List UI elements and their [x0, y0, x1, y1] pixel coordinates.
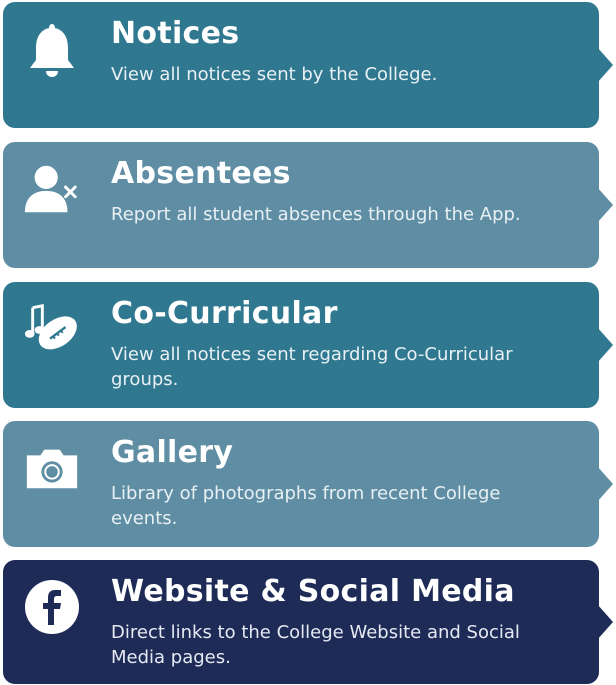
user-remove-icon	[23, 160, 81, 218]
menu-item-description: View all notices sent regarding Co-Curri…	[111, 344, 513, 390]
menu-item-notices[interactable]: Notices View all notices sent by the Col…	[3, 2, 599, 128]
menu-item-title: Absentees	[111, 156, 291, 191]
bell-icon	[23, 20, 81, 78]
menu-item-title: Website & Social Media	[111, 574, 515, 609]
camera-icon	[23, 439, 81, 497]
menu-item-title: Notices	[111, 16, 240, 51]
facebook-icon	[23, 578, 81, 636]
menu-item-description: Direct links to the College Website and …	[111, 622, 520, 668]
menu-item-title: Gallery	[111, 435, 234, 470]
menu-item-description: Report all student absences through the …	[111, 204, 521, 225]
music-football-icon	[23, 300, 81, 358]
menu-item-absentees[interactable]: Absentees Report all student absences th…	[3, 142, 599, 268]
menu-item-website-social-media[interactable]: Website & Social Media Direct links to t…	[3, 560, 599, 684]
menu-item-description: Library of photographs from recent Colle…	[111, 483, 501, 529]
menu-item-description: View all notices sent by the College.	[111, 64, 438, 85]
menu-list: Notices View all notices sent by the Col…	[0, 0, 616, 685]
menu-item-co-curricular[interactable]: Co-Curricular View all notices sent rega…	[3, 282, 599, 408]
menu-item-gallery[interactable]: Gallery Library of photographs from rece…	[3, 421, 599, 547]
menu-item-title: Co-Curricular	[111, 296, 338, 331]
